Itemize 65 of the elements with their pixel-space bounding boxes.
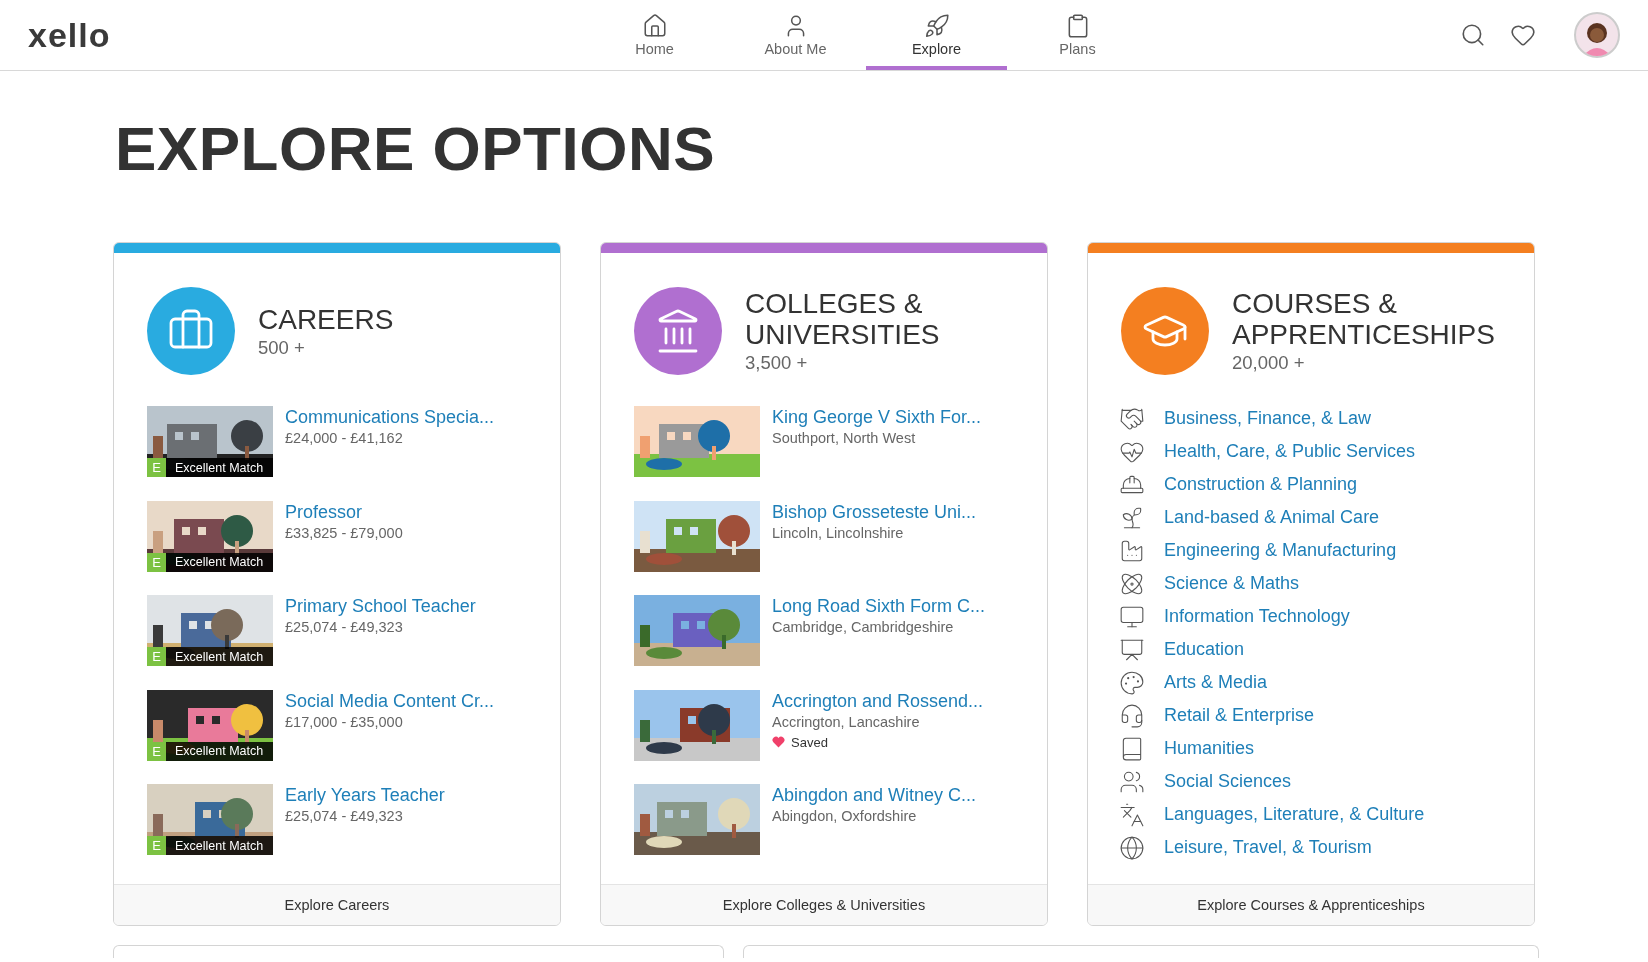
logo[interactable]: xello [28,15,168,55]
item-link[interactable]: Primary School Teacher [285,595,476,617]
category-link[interactable]: Leisure, Travel, & Tourism [1164,837,1372,858]
match-letter: E [147,836,166,855]
category-link[interactable]: Languages, Literature, & Culture [1164,804,1425,825]
item-link[interactable]: Accrington and Rossend... [772,689,984,712]
category-link[interactable]: Business, Finance, & Law [1164,408,1372,429]
item-subtitle: £25,074 - £49,323 [285,619,404,635]
category-link[interactable]: Arts & Media [1164,672,1268,693]
match-label: Excellent Match [166,647,273,666]
item-link[interactable]: Communications Specia... [285,406,495,428]
category-link[interactable]: Information Technology [1164,606,1350,627]
explore-link[interactable]: Explore Careers [114,884,560,925]
handshake-icon [1119,405,1145,432]
category-link[interactable]: Land-based & Animal Care [1164,507,1380,528]
saved-label: Saved [791,734,828,750]
palette-icon [1119,669,1145,696]
item-link[interactable]: King George V Sixth For... [772,406,982,428]
headset-icon [1119,702,1145,729]
item-subtitle: Lincoln, Lincolnshire [772,524,905,541]
category-link[interactable]: Health, Care, & Public Services [1164,441,1416,462]
card-title: COURSES & APPRENTICESHIPS [1232,288,1495,350]
item-link[interactable]: Professor [285,500,403,523]
match-label: Excellent Match [166,836,273,855]
category-link[interactable]: Education [1164,639,1245,660]
search-button[interactable] [1460,22,1486,48]
item-link[interactable]: Early Years Teacher [285,784,445,806]
nav-tab[interactable]: Home [584,0,725,70]
item-subtitle: Cambridge, Cambridgeshire [772,619,955,635]
card-count: 3,500 + [745,352,809,374]
category-link[interactable]: Engineering & Manufacturing [1164,540,1397,561]
item-subtitle: £33,825 - £79,000 [285,524,403,541]
explore-link[interactable]: Explore Courses & Apprenticeships [1088,884,1534,925]
avatar[interactable] [1574,12,1620,58]
rocket-icon [923,13,950,39]
item-subtitle: Southport, North West [772,430,917,446]
match-label: Excellent Match [166,458,273,477]
explore-link[interactable]: Explore Colleges & Universities [601,884,1047,925]
card-count: 500 + [258,336,306,359]
page-title: EXPLORE OPTIONS [115,113,717,185]
card-title: CAREERS [258,303,394,335]
match-letter: E [147,647,166,666]
nav-tab[interactable]: Plans [1007,0,1148,70]
item-subtitle: £17,000 - £35,000 [285,713,404,730]
item-link[interactable]: Abingdon and Witney C... [772,784,977,806]
house-icon [641,13,668,39]
category-link[interactable]: Social Sciences [1164,771,1292,792]
favorites-button[interactable] [1510,22,1536,48]
nav-tab[interactable]: About Me [725,0,866,70]
globe-icon [1119,834,1145,861]
nav-tab[interactable]: Explore [866,0,1007,70]
item-subtitle: £24,000 - £41,162 [285,430,404,446]
item-subtitle: Abingdon, Oxfordshire [772,808,918,824]
item-link[interactable]: Long Road Sixth Form C... [772,595,986,617]
card-title: COLLEGES & UNIVERSITIES [745,288,940,350]
category-link[interactable]: Humanities [1164,738,1255,759]
item-link[interactable]: Bishop Grosseteste Uni... [772,500,977,523]
category-link[interactable]: Construction & Planning [1164,474,1358,495]
item-link[interactable]: Social Media Content Cr... [285,689,495,712]
category-link[interactable]: Retail & Enterprise [1164,705,1315,726]
match-letter: E [147,458,166,477]
category-link[interactable]: Science & Maths [1164,573,1300,594]
card-count: 20,000 + [1232,352,1306,374]
item-subtitle: Accrington, Lancashire [772,713,921,730]
item-subtitle: £25,074 - £49,323 [285,808,404,824]
